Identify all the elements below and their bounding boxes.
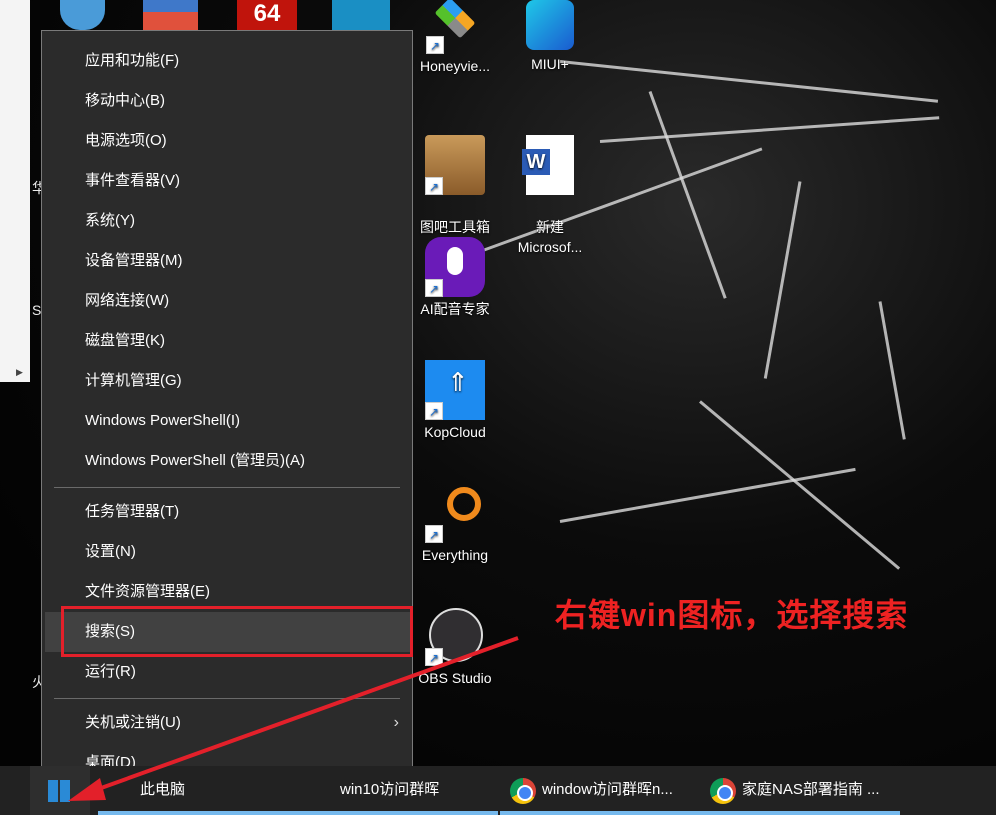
taskbar-item-this-pc[interactable]: 此电脑 bbox=[98, 766, 298, 815]
taskbar-item-chrome-2[interactable]: 家庭NAS部署指南 ... bbox=[700, 766, 900, 815]
icon-label: MIUI+ bbox=[505, 54, 595, 74]
desktop-icon-ai-voice[interactable]: ↗ AI配音专家 bbox=[410, 237, 500, 319]
aida64-icon[interactable]: 64 bbox=[237, 0, 297, 30]
scroll-arrow-icon[interactable]: ▶ bbox=[16, 367, 23, 378]
left-fragment: S bbox=[32, 302, 41, 318]
rocket-icon: ⇑ bbox=[447, 372, 469, 392]
menu-item-disk-management[interactable]: 磁盘管理(K) bbox=[45, 321, 411, 361]
menu-item-network-connections[interactable]: 网络连接(W) bbox=[45, 281, 411, 321]
desktop-icon-honeyview[interactable]: ↗ Honeyvie... bbox=[410, 0, 500, 76]
taskbar: 此电脑 win10访问群晖 window访问群晖n... 家庭NAS部署指南 .… bbox=[0, 766, 996, 815]
icon-label: 新建 Microsof... bbox=[505, 217, 595, 257]
icon-label: OBS Studio bbox=[410, 668, 500, 688]
menu-item-powershell[interactable]: Windows PowerShell(I) bbox=[45, 401, 411, 441]
chevron-right-icon: › bbox=[394, 703, 399, 743]
menu-item-settings[interactable]: 设置(N) bbox=[45, 532, 411, 572]
desktop-icon-miui[interactable]: MIUI+ bbox=[505, 0, 595, 74]
shortcut-icon: ↗ bbox=[425, 177, 443, 195]
menu-item-system[interactable]: 系统(Y) bbox=[45, 201, 411, 241]
menu-item-run[interactable]: 运行(R) bbox=[45, 652, 411, 692]
microphone-icon bbox=[447, 247, 463, 275]
menu-item-computer-management[interactable]: 计算机管理(G) bbox=[45, 361, 411, 401]
menu-item-label: 关机或注销(U) bbox=[85, 714, 181, 731]
icon-label: Everything bbox=[410, 545, 500, 565]
taskbar-label: 家庭NAS部署指南 ... bbox=[742, 781, 880, 798]
taskbar-item-chrome-1[interactable]: window访问群晖n... bbox=[500, 766, 700, 815]
icon-label: Honeyvie... bbox=[410, 56, 500, 76]
desktop-icon-everything[interactable]: ↗ Everything bbox=[410, 483, 500, 565]
menu-item-shutdown[interactable]: 关机或注销(U) › bbox=[45, 703, 411, 743]
annotation-text: 右键win图标，选择搜索 bbox=[555, 590, 908, 636]
desktop-icon-word[interactable]: W 新建 Microsof... bbox=[505, 115, 595, 277]
desktop-icon-obs[interactable]: ↗ OBS Studio bbox=[410, 606, 500, 688]
menu-separator bbox=[54, 487, 400, 488]
menu-item-power-options[interactable]: 电源选项(O) bbox=[45, 121, 411, 161]
shortcut-icon: ↗ bbox=[425, 402, 443, 420]
winx-context-menu: 应用和功能(F) 移动中心(B) 电源选项(O) 事件查看器(V) 系统(Y) … bbox=[41, 30, 413, 779]
menu-item-event-viewer[interactable]: 事件查看器(V) bbox=[45, 161, 411, 201]
menu-item-apps-features[interactable]: 应用和功能(F) bbox=[45, 41, 411, 81]
shortcut-icon: ↗ bbox=[425, 279, 443, 297]
app-icon[interactable] bbox=[332, 0, 390, 30]
magnifier-icon bbox=[447, 487, 481, 521]
menu-separator bbox=[54, 698, 400, 699]
desktop-icon-kopcloud[interactable]: ⇑↗ KopCloud bbox=[410, 360, 500, 442]
shortcut-icon: ↗ bbox=[425, 525, 443, 543]
shortcut-icon: ↗ bbox=[426, 36, 444, 54]
start-button[interactable] bbox=[30, 766, 90, 815]
taskbar-label: 此电脑 bbox=[140, 781, 185, 798]
icon-label: AI配音专家 bbox=[410, 299, 500, 319]
taskbar-label: window访问群晖n... bbox=[542, 781, 673, 798]
taskbar-label: win10访问群晖 bbox=[340, 781, 439, 798]
taskbar-item-folder[interactable]: win10访问群晖 bbox=[298, 766, 498, 815]
menu-item-mobility-center[interactable]: 移动中心(B) bbox=[45, 81, 411, 121]
menu-item-device-manager[interactable]: 设备管理器(M) bbox=[45, 241, 411, 281]
icon-label: KopCloud bbox=[410, 422, 500, 442]
menu-item-task-manager[interactable]: 任务管理器(T) bbox=[45, 492, 411, 532]
word-icon: W bbox=[522, 149, 550, 175]
highlight-box bbox=[61, 606, 413, 657]
shortcut-icon: ↗ bbox=[425, 648, 443, 666]
background-window: ▶ bbox=[0, 0, 30, 382]
menu-item-powershell-admin[interactable]: Windows PowerShell (管理员)(A) bbox=[45, 441, 411, 481]
chrome-icon bbox=[510, 778, 536, 804]
chrome-icon bbox=[710, 778, 736, 804]
windows-logo-icon bbox=[48, 780, 70, 802]
app-icon[interactable] bbox=[143, 0, 198, 30]
